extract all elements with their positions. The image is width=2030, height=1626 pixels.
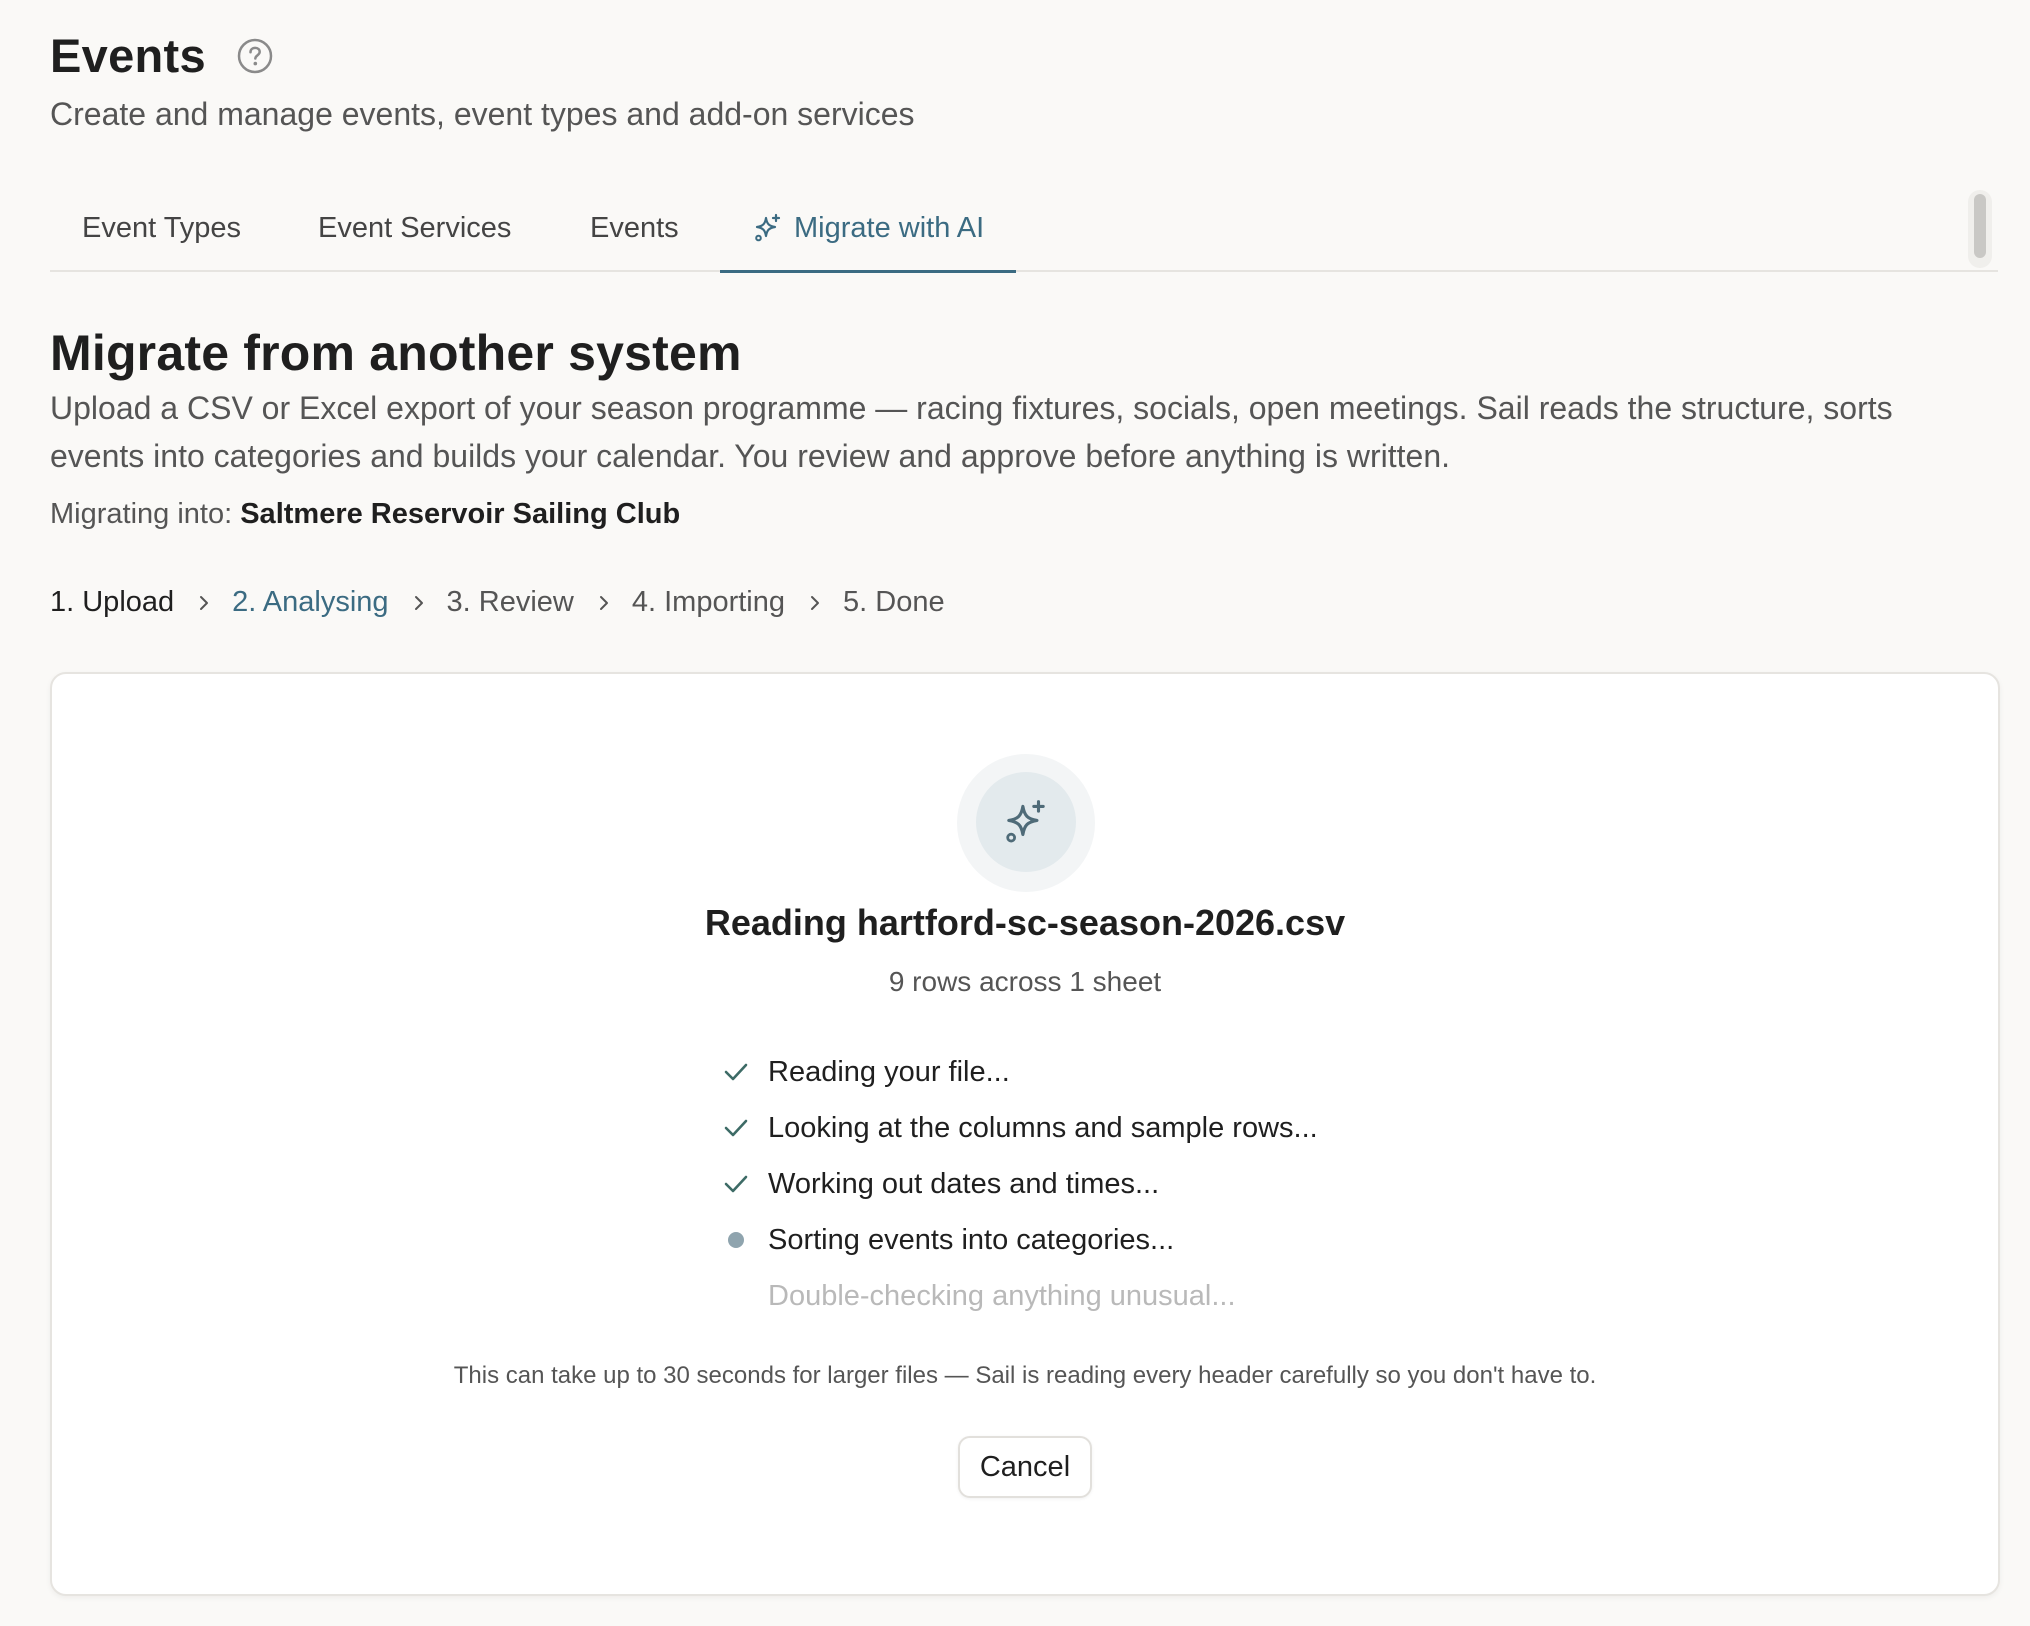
ai-badge — [976, 772, 1076, 872]
checklist-item: Reading your file... — [720, 1044, 1010, 1100]
tab-events[interactable]: Events — [590, 186, 679, 270]
club-name: Saltmere Reservoir Sailing Club — [240, 498, 681, 530]
tab-migrate-with-ai[interactable]: Migrate with AI — [720, 186, 1017, 273]
tab-label: Events — [590, 211, 679, 244]
tab-event-services[interactable]: Event Services — [318, 186, 511, 270]
chevron-right-icon — [194, 593, 214, 613]
in-progress-dot-icon — [720, 1224, 752, 1256]
analysis-note: This can take up to 30 seconds for large… — [453, 1362, 1597, 1389]
tab-scrollbar[interactable] — [1968, 190, 1992, 268]
migrate-title: Migrate from another system — [50, 325, 742, 381]
tab-label: Event Types — [82, 211, 242, 244]
page-subtitle: Create and manage events, event types an… — [50, 96, 915, 132]
step-review: 3. Review — [446, 586, 574, 618]
checklist-item: Double-checking anything unusual... — [720, 1268, 1236, 1324]
check-icon — [720, 1056, 752, 1088]
chevron-right-icon — [805, 593, 825, 613]
chevron-right-icon — [409, 593, 429, 613]
step-analysing: 2. Analysing — [232, 586, 389, 618]
scrollbar-thumb[interactable] — [1974, 194, 1986, 258]
sparkles-icon — [1001, 797, 1051, 847]
help-circle-icon[interactable] — [236, 37, 274, 75]
check-icon — [720, 1112, 752, 1144]
tab-label: Migrate with AI — [794, 211, 985, 244]
checklist-item: Sorting events into categories... — [720, 1212, 1174, 1268]
cancel-button[interactable]: Cancel — [958, 1436, 1092, 1498]
sparkles-icon — [752, 212, 784, 244]
checklist-label: Sorting events into categories... — [768, 1223, 1175, 1256]
migrating-label: Migrating into: — [50, 498, 233, 530]
tab-bar: Event Types Event Services Events Migrat… — [50, 186, 1998, 273]
checklist-label: Working out dates and times... — [768, 1167, 1160, 1200]
migrating-into: Migrating into: Saltmere Reservoir Saili… — [50, 498, 680, 531]
step-upload: 1. Upload — [50, 586, 175, 618]
analysis-title: Reading hartford-sc-season-2026.csv — [704, 902, 1346, 943]
checklist-label: Reading your file... — [768, 1055, 1010, 1088]
pending-placeholder — [720, 1280, 752, 1312]
page-header: Events — [50, 28, 274, 83]
tab-event-types[interactable]: Event Types — [82, 186, 241, 270]
step-done: 5. Done — [843, 586, 945, 618]
analysis-subtitle: 9 rows across 1 sheet — [888, 966, 1162, 997]
page-title: Events — [50, 29, 206, 82]
analysis-card: Reading hartford-sc-season-2026.csv 9 ro… — [50, 672, 2000, 1596]
ai-badge-halo — [957, 754, 1095, 892]
chevron-right-icon — [594, 593, 614, 613]
step-importing: 4. Importing — [631, 586, 786, 618]
checklist-label: Looking at the columns and sample rows..… — [768, 1111, 1318, 1144]
check-icon — [720, 1168, 752, 1200]
checklist-label: Double-checking anything unusual... — [768, 1279, 1236, 1312]
checklist-item: Looking at the columns and sample rows..… — [720, 1100, 1318, 1156]
migrate-description: Upload a CSV or Excel export of your sea… — [50, 390, 1893, 474]
step-breadcrumb: 1. Upload 2. Analysing 3. Review 4. Impo… — [50, 586, 945, 619]
tab-label: Event Services — [318, 211, 512, 244]
checklist-item: Working out dates and times... — [720, 1156, 1159, 1212]
